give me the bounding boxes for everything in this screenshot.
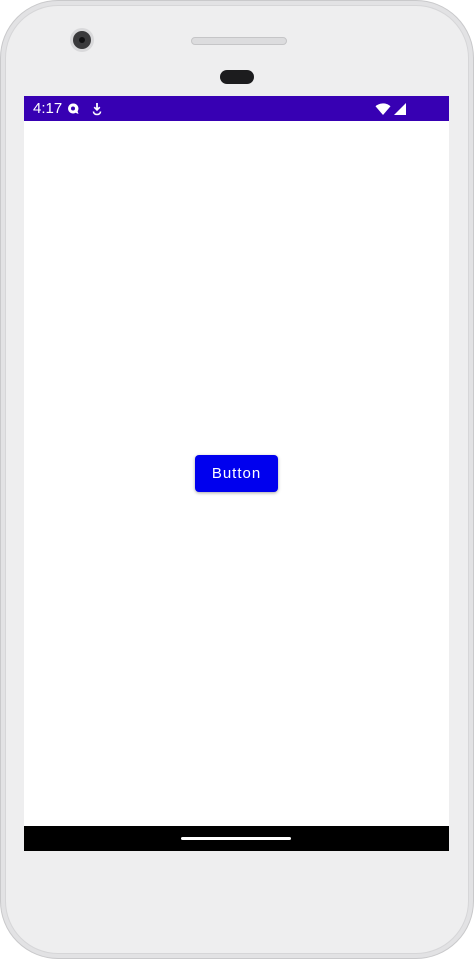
status-time: 4:17 bbox=[33, 100, 63, 117]
status-bar: 4:17 bbox=[24, 96, 449, 121]
chat-bubble-icon bbox=[66, 102, 80, 116]
wifi-icon bbox=[375, 101, 391, 117]
navigation-bar bbox=[24, 826, 449, 851]
device-screen: 4:17 Button bbox=[24, 96, 449, 851]
home-gesture-handle[interactable] bbox=[181, 837, 291, 840]
proximity-sensor bbox=[220, 70, 254, 84]
phone-frame: 4:17 Button bbox=[0, 0, 474, 959]
main-button[interactable]: Button bbox=[195, 455, 278, 492]
app-content: Button bbox=[24, 121, 449, 826]
earpiece-speaker bbox=[191, 37, 287, 45]
front-camera bbox=[73, 31, 91, 49]
download-icon bbox=[90, 102, 104, 116]
cellular-signal-icon bbox=[393, 101, 407, 116]
